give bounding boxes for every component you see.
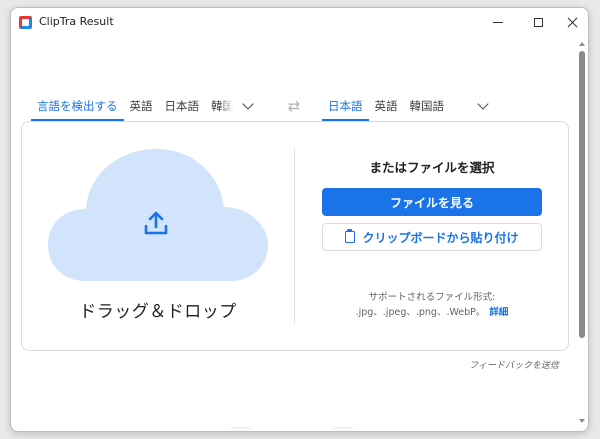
window-title: ClipTra Result [39,15,114,28]
paste-from-clipboard-button[interactable]: クリップボードから貼り付け [322,223,542,251]
tab-source-korean[interactable]: 韓国語 [205,91,233,121]
close-button[interactable] [552,8,588,36]
tab-source-japanese[interactable]: 日本語 [159,91,206,121]
paste-button-label: クリップボードから貼り付け [362,230,519,245]
minimize-button[interactable] [478,8,518,36]
supported-formats-label: サポートされるファイル形式: [368,292,496,303]
decorative-arc [331,427,355,431]
tab-target-english[interactable]: 英語 [369,91,404,121]
tab-source-english[interactable]: 英語 [124,91,159,121]
vertical-scrollbar[interactable] [578,38,587,430]
source-language-dropdown[interactable] [233,91,263,121]
scrollbar-thumb[interactable] [579,51,585,338]
chevron-down-icon [477,98,489,110]
tab-target-japanese[interactable]: 日本語 [322,91,369,121]
source-language-bar: 言語を検出する 英語 日本語 韓国語 [31,91,263,121]
app-window: ClipTra Result 言語を検出する 英語 日本語 韓国語 ⇄ 日本語 … [10,7,589,432]
app-logo-icon [19,16,32,29]
scroll-down-icon[interactable] [579,419,585,423]
tab-source-detect[interactable]: 言語を検出する [31,91,124,121]
upload-icon [144,211,168,235]
drag-drop-label: ドラッグ＆ドロップ [79,302,237,322]
decorative-arc [229,427,253,431]
target-language-bar: 日本語 英語 韓国語 [322,91,498,121]
supported-formats-line: .jpg、.jpeg、.png、.WebP。 詳細 [322,304,542,318]
target-language-dropdown[interactable] [468,91,498,121]
close-icon [567,17,578,28]
supported-formats-list: .jpg、.jpeg、.png、.WebP。 [355,307,486,318]
minimize-icon [493,21,503,23]
drop-zone[interactable] [48,147,268,282]
divider [294,148,295,324]
chevron-down-icon [242,98,254,110]
maximize-icon [533,17,543,27]
details-link[interactable]: 詳細 [489,307,508,318]
send-feedback-link[interactable]: フィードバックを送信 [451,358,559,371]
tab-target-korean[interactable]: 韓国語 [404,91,451,121]
clipboard-icon [345,229,356,243]
title-bar[interactable]: ClipTra Result [11,8,588,36]
swap-languages-icon[interactable]: ⇄ [285,97,303,115]
scroll-up-icon[interactable] [579,42,585,46]
browse-files-button[interactable]: ファイルを見る [322,188,542,216]
choose-file-title: またはファイルを選択 [369,160,495,175]
upload-card: ドラッグ＆ドロップ またはファイルを選択 ファイルを見る クリップボードから貼り… [21,121,569,351]
